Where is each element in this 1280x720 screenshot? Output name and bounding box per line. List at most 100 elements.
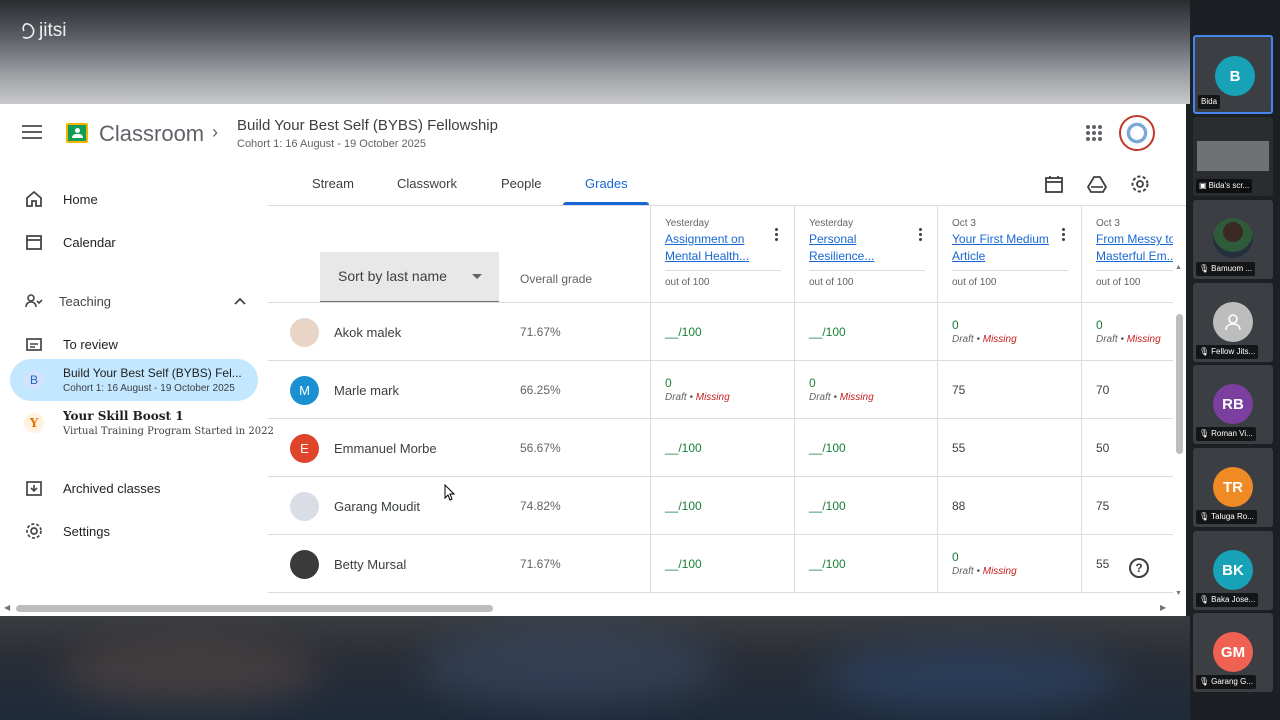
sidebar-item-settings[interactable]: Settings (0, 511, 258, 551)
assignment-title-link[interactable]: Your First Medium Article (952, 231, 1054, 267)
participant-tile[interactable]: ▣ Bida's scr... (1193, 117, 1273, 196)
grade-cell[interactable]: 0 Draft • Missing (650, 361, 794, 418)
participant-avatar: TR (1213, 467, 1253, 507)
grade-cell[interactable]: 0 Draft • Missing (1081, 303, 1173, 360)
avatar[interactable]: M (290, 376, 319, 405)
sidebar-class-skill-boost[interactable]: Y Your Skill Boost 1 Virtual Training Pr… (10, 402, 274, 444)
participant-tile[interactable]: 🎙 Bamuom ... (1193, 200, 1273, 279)
participant-name: Bamuom ... (1211, 264, 1253, 273)
avatar[interactable] (290, 492, 319, 521)
scroll-right-icon[interactable]: ▶ (1160, 603, 1166, 612)
assignment-out-of: out of 100 (952, 277, 997, 288)
participant-tile[interactable]: B Bida (1193, 35, 1273, 114)
grade-score: 50 (1096, 441, 1110, 455)
app-title[interactable]: Classroom (99, 121, 204, 147)
screen-share-thumbnail (1197, 141, 1269, 171)
sidebar-teaching-toggle[interactable]: Teaching (0, 281, 258, 321)
sidebar-item-calendar[interactable]: Calendar (0, 222, 258, 262)
gear-icon (24, 521, 44, 541)
tab-classwork[interactable]: Classwork (397, 176, 457, 191)
assignment-out-of: out of 100 (809, 277, 854, 288)
avatar[interactable] (290, 318, 319, 347)
student-name[interactable]: Marle mark (334, 383, 399, 398)
grade-cell[interactable]: __/100 (650, 303, 794, 360)
avatar[interactable] (290, 550, 319, 579)
more-vert-icon[interactable] (773, 226, 779, 244)
class-meta: Virtual Training Program Started in 2022 (63, 426, 274, 437)
student-name[interactable]: Akok malek (334, 325, 401, 340)
classroom-logo-icon[interactable] (66, 123, 88, 143)
grade-cell[interactable]: __/100 (794, 419, 938, 476)
assignment-column-header: Yesterday Personal Resilience... out of … (794, 206, 938, 302)
assignment-title-link[interactable]: From Messy to Masterful Em... (1096, 231, 1173, 267)
grade-cell[interactable]: __/100 (650, 535, 794, 592)
grade-cell[interactable]: 0 Draft • Missing (937, 303, 1081, 360)
grade-placeholder: __/100 (665, 441, 702, 455)
grade-cell[interactable]: 0 Draft • Missing (937, 535, 1081, 592)
vertical-scrollbar[interactable]: ▲ ▼ (1173, 264, 1186, 604)
grade-score: 55 (1096, 557, 1110, 571)
student-name[interactable]: Betty Mursal (334, 557, 406, 572)
scrollbar-thumb[interactable] (1176, 314, 1183, 454)
participant-name-tag: ▣ Bida's scr... (1196, 179, 1253, 193)
table-row: Betty Mursal 71.67% __/100 __/100 0 Draft •… (268, 535, 1173, 593)
sort-dropdown[interactable]: Sort by last name (320, 252, 499, 302)
grade-cell[interactable]: 55 (937, 419, 1081, 476)
more-vert-icon[interactable] (917, 226, 923, 244)
tab-people[interactable]: People (501, 176, 541, 191)
assignment-title-link[interactable]: Assignment on Mental Health... (665, 231, 767, 267)
grade-cell[interactable]: 75 (1081, 477, 1173, 534)
tab-grades[interactable]: Grades (585, 176, 628, 191)
scroll-up-icon[interactable]: ▲ (1175, 264, 1182, 271)
video-backdrop-bottom (0, 616, 1190, 720)
calendar-icon[interactable] (1044, 174, 1064, 194)
assignment-out-of: out of 100 (1096, 277, 1141, 288)
avatar[interactable]: E (290, 434, 319, 463)
sidebar-item-home[interactable]: Home (0, 179, 258, 219)
participant-tile[interactable]: GM 🎙 Garang G... (1193, 613, 1273, 692)
grade-cell[interactable]: 75 (937, 361, 1081, 418)
account-avatar[interactable] (1119, 115, 1155, 151)
horizontal-scrollbar[interactable]: ◀ ▶ (0, 602, 1173, 616)
main-menu-icon[interactable] (22, 122, 42, 142)
grade-cell[interactable]: __/100 (794, 477, 938, 534)
gear-icon[interactable] (1130, 174, 1150, 194)
scroll-left-icon[interactable]: ◀ (4, 603, 10, 612)
grade-cell[interactable]: __/100 (794, 535, 938, 592)
google-apps-icon[interactable] (1086, 125, 1102, 141)
participants-filmstrip: B Bida ▣ Bida's scr... 🎙 Bamuom ... 🎙 Fellow Ji… (1190, 0, 1280, 720)
tab-stream[interactable]: Stream (312, 176, 354, 191)
participant-tile[interactable]: RB 🎙 Roman Vi... (1193, 365, 1273, 444)
sidebar-item-to-review[interactable]: To review (0, 324, 258, 364)
assignment-out-of: out of 100 (665, 277, 710, 288)
grade-cell[interactable]: __/100 (794, 303, 938, 360)
sidebar-item-label: Settings (63, 523, 110, 539)
grade-cell[interactable]: 70 (1081, 361, 1173, 418)
grade-cell[interactable]: __/100 (650, 477, 794, 534)
sidebar-item-archived[interactable]: Archived classes (0, 468, 258, 508)
more-vert-icon[interactable] (1060, 226, 1066, 244)
participant-tile[interactable]: 🎙 Fellow Jits... (1193, 283, 1273, 362)
grade-cell[interactable]: __/100 (650, 419, 794, 476)
assignment-title-link[interactable]: Personal Resilience... (809, 231, 911, 267)
grade-cell[interactable]: 88 (937, 477, 1081, 534)
student-name[interactable]: Emmanuel Morbe (334, 441, 437, 456)
scroll-down-icon[interactable]: ▼ (1175, 590, 1182, 597)
student-name[interactable]: Garang Moudit (334, 499, 420, 514)
drive-icon[interactable] (1087, 174, 1107, 194)
scrollbar-thumb[interactable] (16, 605, 493, 612)
grade-cell[interactable]: 50 (1081, 419, 1173, 476)
class-title[interactable]: Build Your Best Self (BYBS) Fellowship (237, 117, 498, 134)
jitsi-logo-icon (22, 23, 35, 39)
overall-grade: 66.25% (520, 383, 561, 397)
grade-cell[interactable]: 0 Draft • Missing (794, 361, 938, 418)
grade-status: Draft • Missing (809, 392, 874, 403)
participant-name-tag: 🎙 Roman Vi... (1196, 427, 1256, 441)
overall-grade: 71.67% (520, 557, 561, 571)
help-icon[interactable]: ? (1129, 558, 1149, 578)
grade-cell[interactable]: 55 (1081, 535, 1173, 592)
participant-tile[interactable]: BK 🎙 Baka Jose... (1193, 531, 1273, 610)
table-row: E Emmanuel Morbe 56.67% __/100 __/100 55 50 (268, 419, 1173, 477)
participant-tile[interactable]: TR 🎙 Taluga Ro... (1193, 448, 1273, 527)
sidebar-class-bybs[interactable]: B Build Your Best Self (BYBS) Fel... Coh… (10, 359, 258, 401)
